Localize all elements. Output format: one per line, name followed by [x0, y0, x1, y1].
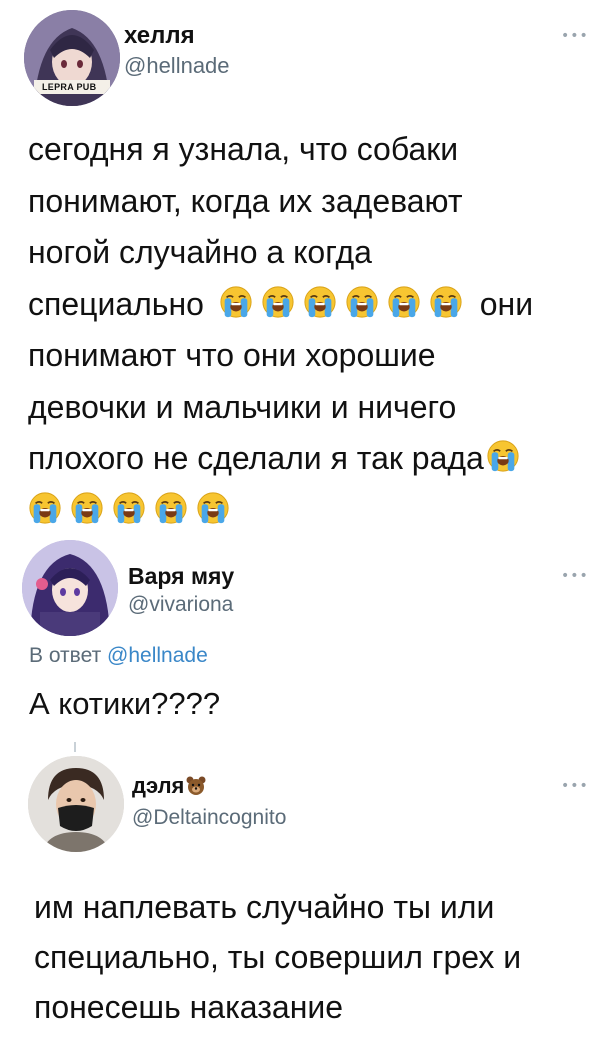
tweet-main[interactable]: LEPRA PUB хелля @hellnade ••• сегодня я … [0, 0, 616, 540]
loudly-crying-face-icon [219, 285, 253, 319]
reply-handle-link[interactable]: @hellnade [107, 644, 208, 667]
avatar-purple-hair-girl-icon [22, 540, 118, 636]
tweet-line: девочки и мальчики и ничего [28, 388, 457, 425]
loudly-crying-face-icon [196, 491, 230, 525]
tweet-text: А котики???? [29, 686, 221, 721]
more-dots-icon[interactable]: ••• [561, 778, 589, 794]
tweet-reply[interactable]: Варя мяу @vivariona ••• В ответ @hellnad… [0, 540, 616, 740]
display-name[interactable]: дэля [132, 773, 206, 799]
tweet-line: плохого не сделали я так рада [28, 433, 533, 485]
tweet-line: специально они [28, 285, 534, 322]
loudly-crying-face-icon [429, 285, 463, 319]
user-handle[interactable]: @hellnade [124, 53, 230, 79]
loudly-crying-face-icon [154, 491, 188, 525]
avatar-masked-man-icon [28, 756, 124, 852]
tweet-line: сегодня я узнала, что собаки [28, 131, 459, 167]
loudly-crying-face-icon [486, 439, 520, 473]
loudly-crying-face-icon [303, 285, 337, 319]
loudly-crying-face-icon [112, 491, 146, 525]
more-dots-icon[interactable]: ••• [561, 568, 589, 584]
tweet-text: сегодня я узнала, что собаки понимают, к… [28, 124, 533, 536]
tweet-line: понимают что они хорошие [28, 337, 436, 373]
user-handle[interactable]: @Deltaincognito [132, 806, 286, 830]
avatar[interactable]: LEPRA PUB [24, 10, 120, 106]
avatar-badge: LEPRA PUB [42, 82, 97, 92]
tweet-line: им наплевать случайно ты или [34, 889, 495, 925]
loudly-crying-face-icon [387, 285, 421, 319]
display-name[interactable]: хелля [124, 22, 195, 50]
tweet-reply[interactable]: дэля @Deltaincognito ••• им наплевать сл… [0, 750, 616, 1048]
tweet-line: понимают, когда их задевают [28, 182, 463, 219]
tweet-line [28, 485, 533, 537]
avatar[interactable] [22, 540, 118, 636]
loudly-crying-face-icon [345, 285, 379, 319]
tweet-line: ногой случайно а когда [28, 234, 372, 270]
tweet-line: специально, ты совершил грех и [34, 939, 522, 975]
more-dots-icon[interactable]: ••• [561, 28, 589, 44]
avatar[interactable] [28, 756, 124, 852]
user-handle[interactable]: @vivariona [128, 593, 233, 617]
reply-to-label: В ответ @hellnade [29, 644, 208, 668]
display-name[interactable]: Варя мяу [128, 563, 234, 590]
reply-prefix: В ответ [29, 644, 102, 667]
bear-face-icon [186, 776, 206, 796]
display-name-text: дэля [132, 773, 185, 798]
loudly-crying-face-icon [261, 285, 295, 319]
loudly-crying-face-icon [70, 491, 104, 525]
loudly-crying-face-icon [28, 491, 62, 525]
tweet-text: им наплевать случайно ты или специально,… [34, 882, 521, 1032]
tweet-line: понесешь наказание [34, 989, 344, 1025]
